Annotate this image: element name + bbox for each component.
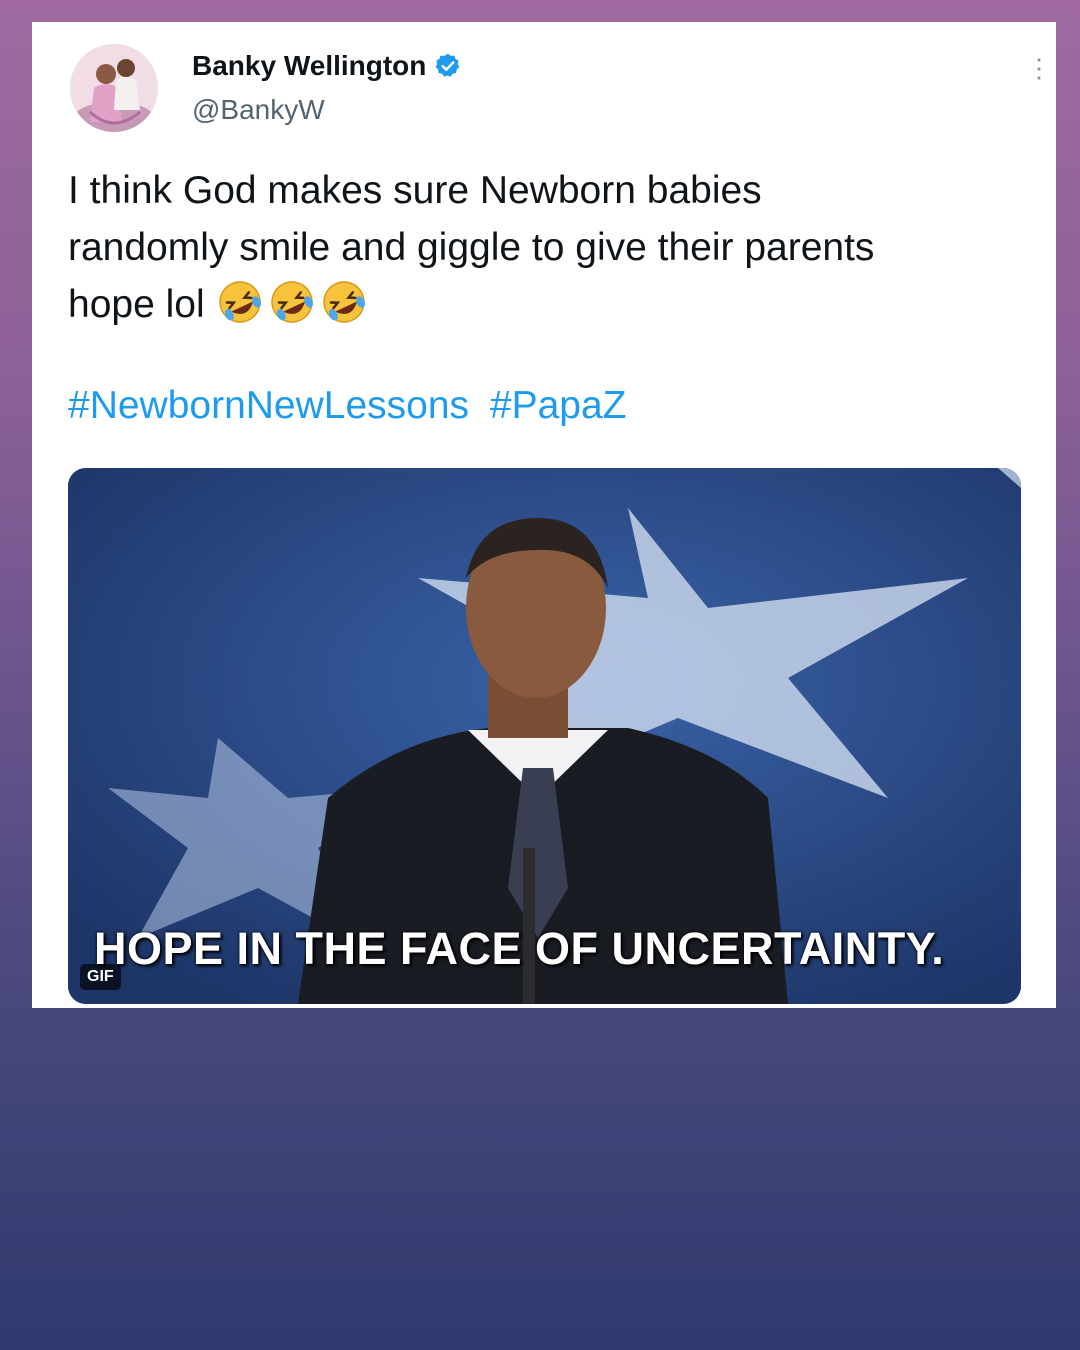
- tweet-text-line: randomly smile and giggle to give their …: [68, 226, 875, 269]
- more-options-icon[interactable]: ⋮: [1026, 55, 1052, 81]
- author-handle[interactable]: @BankyW: [192, 94, 325, 126]
- emoji-group: [215, 281, 371, 326]
- tweet-card: Banky Wellington @BankyW ⋮ I think God m…: [32, 22, 1056, 1008]
- hashtags: #NewbornNewLessons #PapaZ: [68, 384, 637, 428]
- tweet-text-line: hope lol: [68, 283, 205, 326]
- tweet-text: I think God makes sure Newborn babies ra…: [68, 162, 1018, 333]
- tweet-text-line: I think God makes sure Newborn babies: [68, 169, 762, 212]
- hashtag-link[interactable]: #NewbornNewLessons: [68, 384, 469, 427]
- rolling-laughing-emoji-icon: [271, 281, 314, 323]
- avatar-image: [70, 44, 158, 132]
- rolling-laughing-emoji-icon: [219, 281, 262, 323]
- avatar[interactable]: [70, 44, 158, 132]
- rolling-laughing-emoji-icon: [323, 281, 366, 323]
- tweet-text-line-last: hope lol: [68, 276, 1018, 333]
- hashtag-link[interactable]: #PapaZ: [490, 384, 627, 427]
- verified-badge-icon: [434, 52, 462, 80]
- author-name[interactable]: Banky Wellington: [192, 50, 426, 82]
- gif-media[interactable]: HOPE IN THE FACE OF UNCERTAINTY. GIF: [68, 468, 1021, 1004]
- gif-caption: HOPE IN THE FACE OF UNCERTAINTY.: [94, 923, 945, 974]
- author-row: Banky Wellington: [192, 50, 462, 82]
- gif-badge: GIF: [80, 964, 121, 990]
